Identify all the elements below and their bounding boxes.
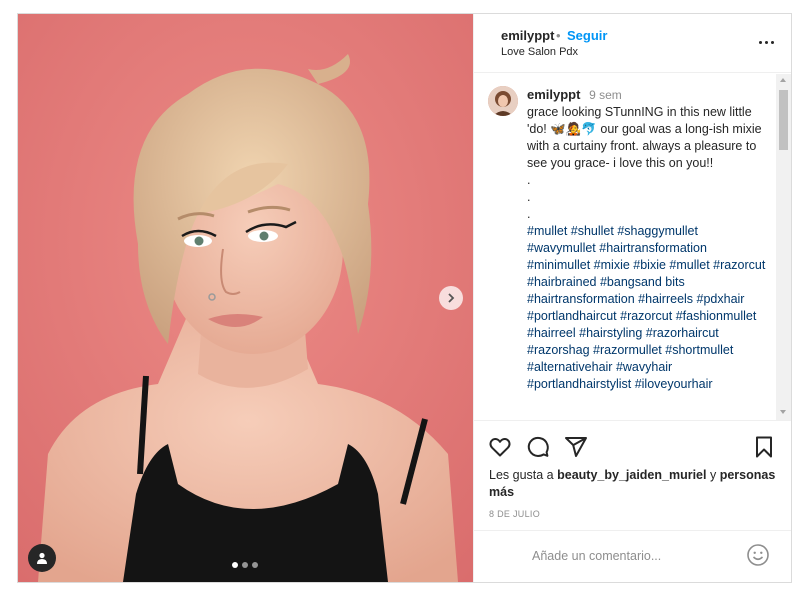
- comment-input[interactable]: Añade un comentario...: [532, 549, 661, 563]
- post-date[interactable]: 8 DE JULIO: [489, 509, 540, 519]
- comments-scrollbar[interactable]: [776, 74, 791, 420]
- post-dialog: emilyppt • Seguir Love Salon Pdx emilypp…: [17, 13, 792, 583]
- carousel-indicator: [232, 562, 258, 568]
- follow-button[interactable]: Seguir: [567, 28, 607, 43]
- likes-user-link[interactable]: beauty_by_jaiden_muriel: [557, 468, 706, 482]
- likes-summary: Les gusta a beauty_by_jaiden_muriel y pe…: [489, 467, 779, 501]
- user-tag-button[interactable]: [28, 544, 56, 572]
- header-username[interactable]: emilyppt: [501, 28, 554, 43]
- save-button[interactable]: [752, 435, 778, 461]
- likes-prefix: Les gusta a: [489, 468, 558, 482]
- heart-icon: [489, 437, 511, 457]
- caption-time[interactable]: 9 sem: [589, 88, 622, 102]
- add-comment-bar: Añade un comentario...: [474, 530, 791, 582]
- carousel-dot: [232, 562, 238, 568]
- scrollbar-thumb[interactable]: [779, 90, 788, 150]
- post-header: emilyppt • Seguir Love Salon Pdx: [474, 14, 791, 73]
- header-separator: •: [556, 28, 561, 43]
- comment-button[interactable]: [526, 435, 552, 461]
- comments-section[interactable]: emilyppt 9 sem grace looking STunnING in…: [474, 74, 791, 420]
- carousel-next-button[interactable]: [439, 286, 463, 310]
- caption-hashtags[interactable]: #mullet #shullet #shaggymullet #wavymull…: [527, 223, 769, 393]
- comment-icon: [527, 436, 549, 457]
- post-actions: Les gusta a beauty_by_jaiden_muriel y pe…: [474, 420, 791, 519]
- carousel-dot: [242, 562, 248, 568]
- likes-middle: y: [706, 468, 720, 482]
- post-media[interactable]: [18, 14, 473, 582]
- caption-username[interactable]: emilyppt: [527, 87, 580, 102]
- avatar-image: [488, 86, 518, 116]
- post-side-panel: emilyppt • Seguir Love Salon Pdx emilypp…: [473, 14, 791, 582]
- carousel-dot: [252, 562, 258, 568]
- share-button[interactable]: [564, 435, 590, 461]
- caption-dot: .: [527, 173, 531, 187]
- caption-text: grace looking STunnING in this new littl…: [527, 104, 769, 393]
- emoji-icon: [747, 544, 769, 566]
- share-icon: [565, 437, 587, 457]
- avatar[interactable]: [488, 86, 518, 116]
- user-tag-icon: [37, 552, 47, 564]
- post-photo: [18, 14, 473, 582]
- caption-dot: .: [527, 207, 531, 221]
- scroll-down-arrow[interactable]: [780, 410, 786, 414]
- like-button[interactable]: [488, 435, 514, 461]
- caption-body: grace looking STunnING in this new littl…: [527, 105, 762, 170]
- caption-dot: .: [527, 190, 531, 204]
- more-options-button[interactable]: [756, 32, 776, 52]
- scroll-up-arrow[interactable]: [780, 78, 786, 82]
- bookmark-icon: [756, 436, 772, 458]
- more-horizontal-icon: [758, 40, 762, 44]
- location-link[interactable]: Love Salon Pdx: [501, 46, 578, 58]
- emoji-button[interactable]: [746, 543, 772, 569]
- caption-header: emilyppt 9 sem: [527, 87, 622, 102]
- chevron-right-icon: [448, 293, 455, 303]
